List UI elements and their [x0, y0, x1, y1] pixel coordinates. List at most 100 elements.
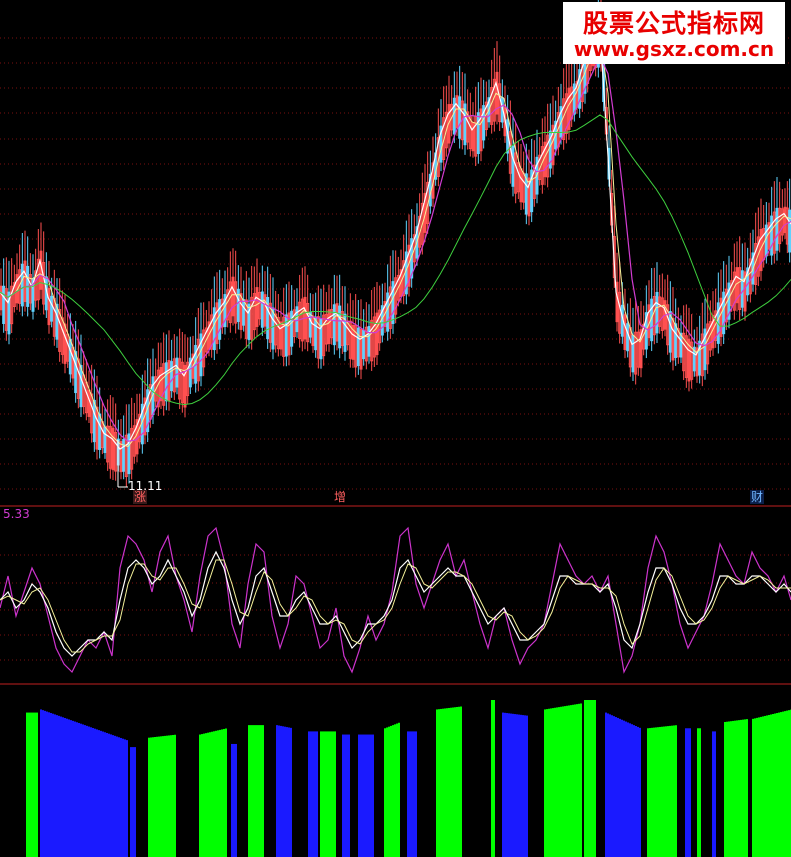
- histogram-bar-6: [248, 725, 250, 857]
- histogram-bar-1: [42, 710, 44, 857]
- histogram-bar-4: [213, 731, 215, 857]
- histogram-bar-1: [126, 740, 128, 857]
- histogram-bar-17: [580, 703, 582, 857]
- histogram-bar-24: [732, 720, 734, 857]
- histogram-bar-1: [102, 731, 104, 857]
- histogram-bar-16: [526, 715, 528, 857]
- histogram-bar-0: [32, 712, 34, 857]
- histogram-bar-25: [782, 711, 784, 857]
- histogram-bar-25: [768, 714, 770, 857]
- candle-body: [68, 338, 72, 375]
- histogram-bar-6: [250, 725, 252, 857]
- candle-body: [668, 311, 672, 353]
- histogram-bar-19: [609, 714, 611, 857]
- histogram-bar-25: [760, 716, 762, 857]
- histogram-bar-1: [116, 736, 118, 857]
- histogram-bar-2: [130, 747, 132, 857]
- histogram-bar-17: [568, 705, 570, 857]
- candle-body: [74, 351, 78, 394]
- histogram-bar-16: [518, 714, 520, 857]
- histogram-bar-20: [669, 725, 671, 857]
- candle-body: [770, 215, 774, 256]
- histogram-bar-19: [635, 726, 637, 857]
- histogram-bar-14: [438, 709, 440, 857]
- histogram-bar-8: [316, 731, 318, 857]
- histogram-bar-17: [548, 708, 550, 857]
- histogram-bar-19: [607, 713, 609, 857]
- histogram-bar-20: [667, 726, 669, 857]
- candle-body: [242, 299, 246, 326]
- histogram-bar-1: [108, 733, 110, 857]
- histogram-bar-25: [762, 716, 764, 857]
- histogram-bar-21: [689, 728, 691, 857]
- histogram-bar-13: [413, 731, 415, 857]
- histogram-bar-1: [56, 715, 58, 857]
- histogram-bar-1: [80, 723, 82, 857]
- histogram-bar-24: [740, 719, 742, 857]
- candle-body: [170, 361, 174, 392]
- event-tag-zhang[interactable]: 涨: [133, 490, 148, 504]
- histogram-bar-1: [82, 724, 84, 857]
- candle-body: [452, 97, 456, 135]
- histogram-bar-25: [770, 714, 772, 857]
- histogram-bar-8: [314, 731, 316, 857]
- event-tag-cai[interactable]: 财: [750, 490, 765, 504]
- histogram-bar-3: [168, 735, 170, 857]
- histogram-bar-13: [415, 731, 417, 857]
- histogram-bar-1: [46, 711, 48, 857]
- histogram-bar-7: [284, 726, 286, 857]
- event-tag-zeng[interactable]: 增: [333, 490, 347, 504]
- histogram-bar-1: [68, 719, 70, 857]
- histogram-bar-2: [132, 747, 134, 857]
- histogram-bar-1: [100, 730, 102, 857]
- histogram-bar-25: [774, 713, 776, 857]
- ma-line-magenta: [0, 55, 791, 442]
- candle-body: [236, 288, 240, 322]
- histogram-bar-1: [106, 732, 108, 857]
- histogram-bar-16: [502, 712, 504, 857]
- histogram-bar-20: [665, 726, 667, 857]
- histogram-bar-7: [276, 725, 278, 857]
- histogram-bar-21: [687, 728, 689, 857]
- histogram-bar-10: [346, 734, 348, 857]
- histogram-bar-4: [199, 734, 201, 857]
- histogram-bar-11: [362, 734, 364, 857]
- histogram-bar-12: [396, 723, 398, 857]
- histogram-bar-12: [392, 725, 394, 857]
- histogram-bar-11: [360, 734, 362, 857]
- histogram-bar-17: [552, 708, 554, 857]
- histogram-bar-9: [326, 731, 328, 857]
- histogram-bar-3: [166, 735, 168, 857]
- candle-body: [775, 207, 779, 251]
- candle-body: [476, 112, 480, 155]
- watermark-url: www.gsxz.com.cn: [573, 37, 775, 61]
- histogram-bar-12: [386, 727, 388, 857]
- histogram-bar-20: [671, 725, 673, 857]
- histogram-bar-14: [460, 706, 462, 857]
- histogram-bar-3: [150, 737, 152, 857]
- histogram-bar-25: [784, 711, 786, 857]
- histogram-bar-25: [772, 714, 774, 857]
- histogram-bar-1: [70, 720, 72, 857]
- histogram-bar-20: [653, 727, 655, 857]
- histogram-bar-1: [50, 712, 52, 857]
- ma-line-yellow: [0, 36, 791, 448]
- histogram-bar-20: [675, 725, 677, 857]
- histogram-bar-1: [92, 727, 94, 857]
- histogram-bar-1: [124, 739, 126, 857]
- histogram-bar-20: [657, 727, 659, 857]
- candle-body: [103, 426, 107, 454]
- histogram-bar-25: [788, 710, 790, 857]
- histogram-bar-4: [219, 729, 221, 857]
- histogram-bar-3: [152, 737, 154, 857]
- histogram-bar-6: [262, 725, 264, 857]
- histogram-bar-4: [225, 728, 227, 857]
- histogram-bar-19: [625, 721, 627, 857]
- histogram-bar-17: [564, 706, 566, 857]
- histogram-bar-18: [588, 700, 590, 857]
- histogram-bar-25: [754, 718, 756, 857]
- histogram-bar-16: [504, 712, 506, 857]
- candle-body: [740, 270, 744, 308]
- histogram-bar-18: [590, 700, 592, 857]
- candle-body: [260, 291, 264, 328]
